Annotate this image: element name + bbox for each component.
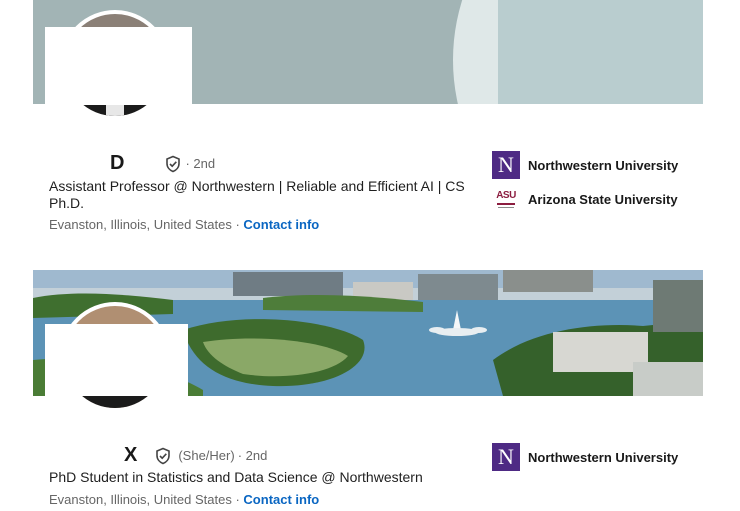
separator: ·	[235, 217, 240, 232]
profile-card: X (She/Her) · 2nd PhD Student in Statist…	[33, 270, 703, 511]
verified-shield-icon[interactable]	[154, 447, 172, 465]
org-name: Arizona State University	[528, 191, 678, 207]
profile-headline: Assistant Professor @ Northwestern | Rel…	[49, 178, 465, 211]
northwestern-logo-icon: N	[492, 443, 520, 471]
name-row: D · 2nd	[49, 152, 215, 175]
pronouns: (She/Her)	[178, 448, 235, 463]
location: Evanston, Illinois, United States	[49, 492, 232, 507]
asu-logo-icon: ASU	[492, 185, 520, 213]
profile-card: D · 2nd Assistant Professor @ Northweste…	[33, 0, 703, 250]
org-arizona-state[interactable]: ASU Arizona State University	[492, 185, 678, 213]
verified-shield-icon[interactable]	[164, 155, 182, 173]
connection-degree: · 2nd	[237, 448, 268, 463]
organizations: N Northwestern University ASU Arizona St…	[492, 151, 678, 219]
location: Evanston, Illinois, United States	[49, 217, 232, 232]
profile-headline: PhD Student in Statistics and Data Scien…	[49, 469, 423, 485]
org-northwestern[interactable]: N Northwestern University	[492, 151, 678, 179]
name-row: X (She/Her) · 2nd	[49, 444, 267, 467]
connection-degree: · 2nd	[185, 156, 216, 171]
organizations: N Northwestern University	[492, 443, 678, 477]
redaction-box	[45, 324, 188, 396]
org-northwestern[interactable]: N Northwestern University	[492, 443, 678, 471]
profile-name: D	[110, 152, 125, 174]
org-name: Northwestern University	[528, 449, 679, 465]
northwestern-logo-icon: N	[492, 151, 520, 179]
location-row: Evanston, Illinois, United States · Cont…	[49, 217, 319, 232]
asu-logo-text: ASU	[496, 189, 516, 201]
redaction-box	[45, 27, 192, 105]
org-name: Northwestern University	[528, 157, 679, 173]
location-row: Evanston, Illinois, United States · Cont…	[49, 492, 319, 507]
contact-info-link[interactable]: Contact info	[243, 217, 319, 232]
profile-name: X	[124, 444, 138, 466]
separator: ·	[235, 492, 240, 507]
contact-info-link[interactable]: Contact info	[243, 492, 319, 507]
